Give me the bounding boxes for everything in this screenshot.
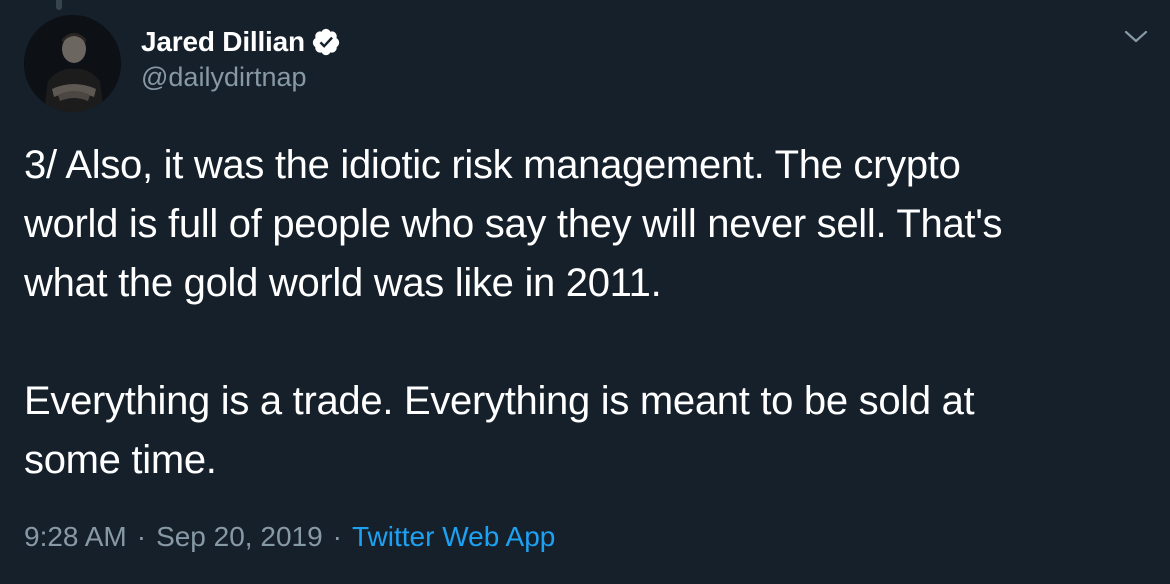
thread-connector-line [56, 0, 62, 10]
tweet-text: 3/ Also, it was the idiotic risk managem… [24, 143, 1003, 482]
meta-separator: · [136, 521, 147, 552]
meta-separator: · [332, 521, 342, 552]
user-handle[interactable]: @dailydirtnap [141, 62, 307, 93]
tweet: Jared Dillian @dailydirtnap 3/ Also, it … [0, 0, 1170, 584]
chevron-down-icon[interactable] [1122, 26, 1150, 48]
tweet-date[interactable]: Sep 20, 2019 [156, 521, 323, 553]
avatar[interactable] [24, 15, 121, 112]
user-name-row[interactable]: Jared Dillian [141, 22, 341, 62]
tweet-meta: 9:28 AM · Sep 20, 2019 · Twitter Web App [24, 521, 555, 553]
display-name[interactable]: Jared Dillian [141, 26, 305, 58]
tweet-time[interactable]: 9:28 AM [24, 521, 127, 553]
verified-badge-icon [311, 27, 341, 57]
tweet-source-link[interactable]: Twitter Web App [352, 521, 555, 553]
